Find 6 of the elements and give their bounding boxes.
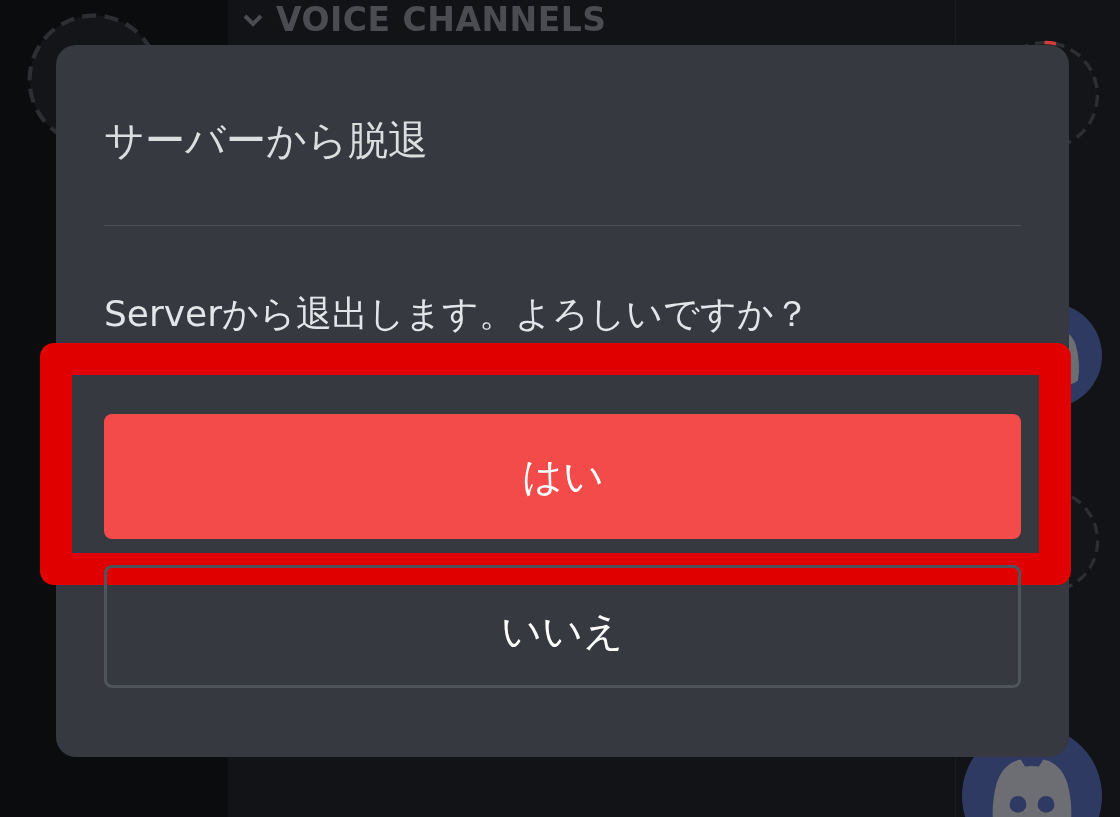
chevron-down-icon[interactable] (242, 12, 264, 27)
dialog-title: サーバーから脱退 (104, 115, 429, 165)
cancel-button[interactable]: いいえ (104, 565, 1021, 688)
dialog-message: Serverから退出します。よろしいですか？ (104, 291, 812, 336)
section-header[interactable]: VOICE CHANNELS (276, 0, 607, 39)
confirm-button[interactable]: はい (104, 414, 1021, 539)
